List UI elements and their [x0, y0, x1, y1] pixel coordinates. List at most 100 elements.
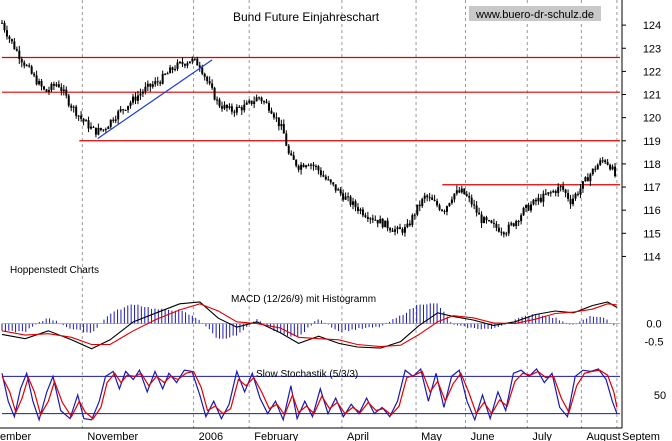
price-bar-body	[10, 39, 13, 42]
price-bar-body	[510, 223, 513, 225]
price-bar-body	[314, 166, 317, 168]
price-bar-body	[384, 220, 387, 228]
price-bar-body	[129, 102, 132, 106]
source-label: Hoppenstedt Charts	[10, 265, 99, 276]
x-tick-label: August	[586, 431, 620, 441]
price-tick-label: 119	[643, 136, 661, 148]
price-bar-body	[156, 81, 159, 83]
price-bar-body	[33, 73, 36, 76]
price-bar-body	[406, 223, 409, 228]
price-bar-body	[275, 117, 278, 119]
price-bar-body	[171, 67, 174, 70]
price-bar-body	[85, 120, 88, 122]
price-bar-body	[364, 215, 367, 217]
price-tick-label: 114	[643, 251, 661, 263]
price-bar-body	[136, 95, 139, 101]
price-bar-body	[62, 89, 65, 92]
price-bar-body	[332, 182, 335, 185]
price-bar-body	[359, 209, 362, 211]
price-bar-body	[122, 109, 125, 111]
x-tick-label: November	[87, 431, 138, 441]
price-bar-body	[344, 196, 347, 200]
price-bar-body	[450, 199, 453, 204]
price-bar-body	[25, 65, 28, 67]
macd-title: MACD (12/26/9) mit Histogramm	[231, 294, 376, 305]
price-bar-body	[55, 84, 58, 86]
price-bar-body	[542, 193, 545, 202]
price-bar-body	[374, 219, 377, 221]
price-bar-body	[40, 81, 43, 87]
price-bar-body	[154, 81, 157, 85]
price-bar-body	[576, 193, 579, 195]
price-bar-body	[13, 41, 16, 50]
price-bar-body	[188, 61, 191, 64]
price-bar-body	[228, 106, 231, 108]
price-bar-body	[470, 197, 473, 205]
price-bar-body	[117, 111, 120, 120]
price-bar-body	[35, 75, 38, 85]
stochastic-title: Slow Stochastik (5/3/3)	[256, 369, 358, 380]
price-bar-body	[20, 59, 23, 63]
macd-tick-label: -0.5	[645, 337, 664, 349]
price-bar-body	[248, 100, 251, 103]
price-bar-body	[468, 195, 471, 198]
price-bar-body	[290, 153, 293, 156]
price-bar-body	[441, 209, 444, 211]
price-bar-body	[50, 83, 53, 91]
price-tick-label: 120	[643, 113, 661, 125]
watermark-text: www.buero-dr-schulz.de	[475, 9, 594, 21]
price-bar-body	[547, 192, 550, 195]
x-tick-label: ember	[0, 431, 32, 441]
price-bar-body	[99, 127, 102, 131]
price-bar-body	[134, 96, 137, 101]
price-bar-body	[174, 68, 177, 70]
price-bar-body	[302, 164, 305, 168]
price-bar-body	[178, 61, 181, 63]
price-bar-body	[567, 192, 570, 199]
price-bar-body	[258, 97, 261, 99]
price-bar-body	[280, 124, 283, 127]
price-bar-body	[272, 113, 275, 118]
price-bar-body	[221, 106, 224, 109]
price-bar-body	[277, 117, 280, 127]
price-bar-body	[47, 90, 50, 92]
price-bar-body	[428, 197, 431, 199]
price-bar-body	[89, 126, 92, 129]
price-bar-body	[455, 190, 458, 194]
price-bar-body	[394, 229, 397, 232]
price-bar-body	[354, 201, 357, 208]
price-bar-body	[483, 217, 486, 224]
price-bar-body	[492, 222, 495, 224]
price-bar-body	[327, 179, 330, 181]
price-bar-body	[500, 231, 503, 233]
price-bar-body	[1, 22, 3, 24]
price-bar-body	[144, 86, 147, 92]
price-bar-body	[235, 106, 238, 113]
price-bar-body	[243, 104, 246, 111]
x-tick-label: July	[532, 431, 552, 441]
price-bar-body	[611, 166, 614, 170]
price-bar-body	[230, 106, 233, 112]
price-bar-body	[421, 198, 424, 207]
price-bar-body	[386, 220, 389, 229]
price-bar-body	[502, 232, 505, 235]
price-bar-body	[403, 227, 406, 233]
price-bar-body	[92, 126, 95, 128]
price-bar-body	[124, 109, 127, 111]
price-bar-body	[487, 220, 490, 222]
price-bar-body	[433, 199, 436, 201]
price-bar-body	[181, 61, 184, 65]
price-bar-body	[572, 198, 575, 205]
price-bar-body	[260, 97, 263, 102]
price-bar-body	[485, 217, 488, 221]
price-bar-body	[594, 168, 597, 170]
price-bar-body	[562, 185, 565, 190]
price-bar-body	[307, 165, 310, 167]
price-bar-body	[295, 159, 298, 166]
price-bar-body	[438, 205, 441, 210]
price-bar-body	[559, 185, 562, 188]
price-bar-body	[581, 181, 584, 189]
price-bar-body	[240, 107, 243, 111]
price-bar-body	[127, 105, 130, 110]
price-bar-body	[151, 84, 154, 87]
